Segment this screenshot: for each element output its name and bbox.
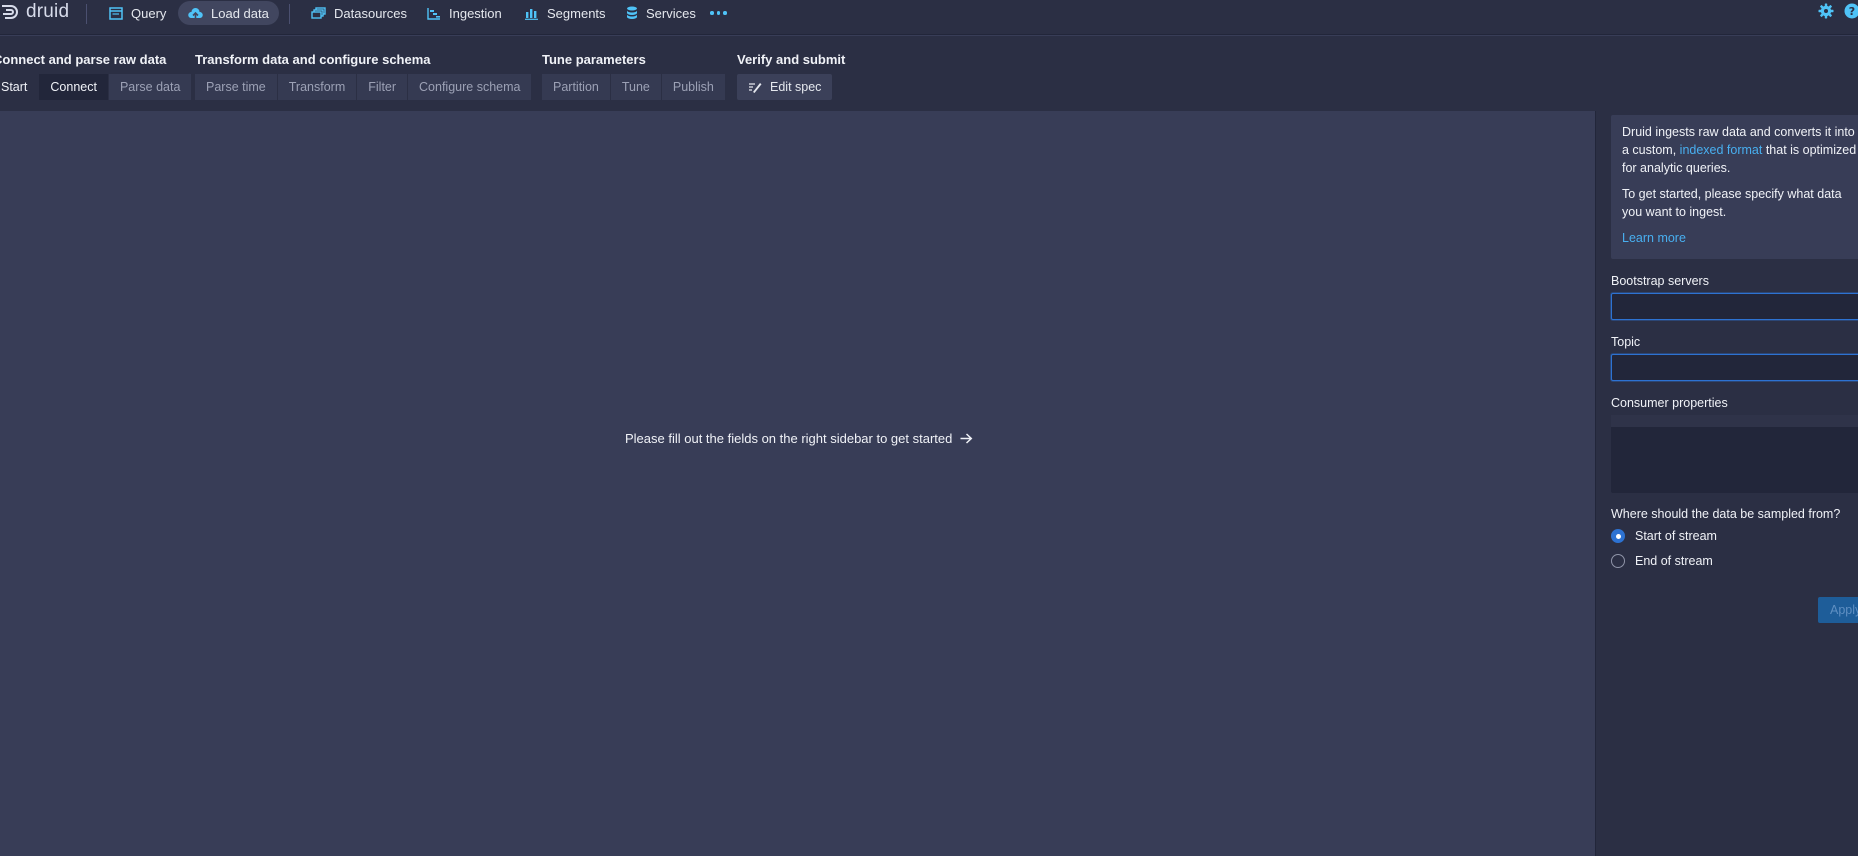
consumer-properties-editor[interactable] (1611, 415, 1858, 493)
gantt-chart-icon (427, 7, 441, 20)
step-start[interactable]: Start (0, 74, 40, 100)
edit-spec-label: Edit spec (770, 80, 822, 94)
nav-divider (86, 4, 87, 24)
step-partition[interactable]: Partition (542, 74, 611, 100)
consumer-properties-label: Consumer properties (1611, 396, 1728, 410)
nav-datasources[interactable]: Datasources (301, 1, 417, 25)
help-icon[interactable]: ? (1844, 3, 1858, 22)
step-navigation: Connect and parse raw data Start Connect… (0, 36, 1858, 111)
radio-indicator (1611, 554, 1625, 568)
step-parse-time[interactable]: Parse time (195, 74, 278, 100)
radio-start-of-stream[interactable]: Start of stream (1611, 529, 1717, 543)
step-parse-data[interactable]: Parse data (108, 74, 192, 100)
bootstrap-servers-input[interactable] (1611, 293, 1858, 320)
main-preview-area: Please fill out the fields on the right … (0, 111, 1594, 856)
topic-label: Topic (1611, 335, 1641, 349)
step-transform[interactable]: Transform (277, 74, 358, 100)
arrow-right-icon (960, 432, 973, 447)
cloud-upload-icon (188, 7, 203, 20)
database-icon (626, 6, 638, 20)
nav-load-data[interactable]: Load data (178, 1, 279, 25)
step-filter[interactable]: Filter (357, 74, 409, 100)
nav-ingestion-label: Ingestion (449, 5, 502, 21)
step-group-title: Transform data and configure schema (195, 52, 431, 67)
apply-button[interactable]: Apply (1818, 597, 1858, 623)
nav-segments-label: Segments (547, 5, 606, 21)
nav-ingestion[interactable]: Ingestion (417, 1, 512, 25)
empty-state-text: Please fill out the fields on the right … (625, 431, 953, 446)
application-icon (109, 6, 123, 20)
topic-input[interactable] (1611, 354, 1858, 381)
intro-callout: Druid ingests raw data and converts it i… (1611, 115, 1858, 259)
step-group-title: Verify and submit (737, 52, 846, 67)
editor-gutter (1611, 415, 1858, 427)
edit-spec-button[interactable]: Edit spec (737, 74, 833, 100)
learn-more-link[interactable]: Learn more (1622, 231, 1686, 245)
indexed-format-link[interactable]: indexed format (1680, 143, 1763, 157)
manually-entered-data-icon (748, 81, 762, 93)
step-group-title: Tune parameters (542, 52, 646, 67)
step-tune[interactable]: Tune (610, 74, 662, 100)
nav-datasources-label: Datasources (334, 5, 407, 21)
step-group-title: Connect and parse raw data (0, 52, 167, 67)
top-navbar: druid Query Load data Datasources Ingest… (0, 0, 1858, 35)
svg-text:?: ? (1849, 5, 1855, 18)
radio-label: Start of stream (1635, 529, 1717, 543)
step-configure-schema[interactable]: Configure schema (408, 74, 532, 100)
right-sidebar: Druid ingests raw data and converts it i… (1595, 111, 1858, 856)
step-connect[interactable]: Connect (39, 74, 109, 100)
multi-select-icon (311, 7, 326, 19)
nav-query-label: Query (131, 5, 167, 21)
nav-segments[interactable]: Segments (515, 1, 616, 25)
nav-services-label: Services (646, 5, 696, 21)
nav-divider (289, 4, 290, 24)
nav-load-data-label: Load data (211, 5, 269, 21)
more-icon[interactable] (710, 3, 730, 23)
bootstrap-servers-label: Bootstrap servers (1611, 274, 1709, 288)
sample-from-label: Where should the data be sampled from? (1611, 507, 1841, 521)
radio-indicator (1611, 529, 1625, 543)
empty-state-message: Please fill out the fields on the right … (625, 431, 973, 447)
cog-icon[interactable] (1818, 3, 1834, 22)
nav-query[interactable]: Query (99, 1, 176, 25)
druid-logo-icon (2, 5, 18, 19)
step-publish[interactable]: Publish (661, 74, 725, 100)
druid-logo[interactable]: druid (0, 0, 69, 24)
radio-label: End of stream (1635, 554, 1713, 568)
intro-paragraph: Druid ingests raw data and converts it i… (1622, 123, 1858, 177)
stacked-chart-icon (525, 7, 539, 20)
intro-paragraph-2: To get started, please specify what data… (1622, 187, 1842, 219)
logo-text: druid (26, 1, 70, 22)
radio-end-of-stream[interactable]: End of stream (1611, 554, 1713, 568)
nav-services[interactable]: Services (616, 1, 706, 25)
